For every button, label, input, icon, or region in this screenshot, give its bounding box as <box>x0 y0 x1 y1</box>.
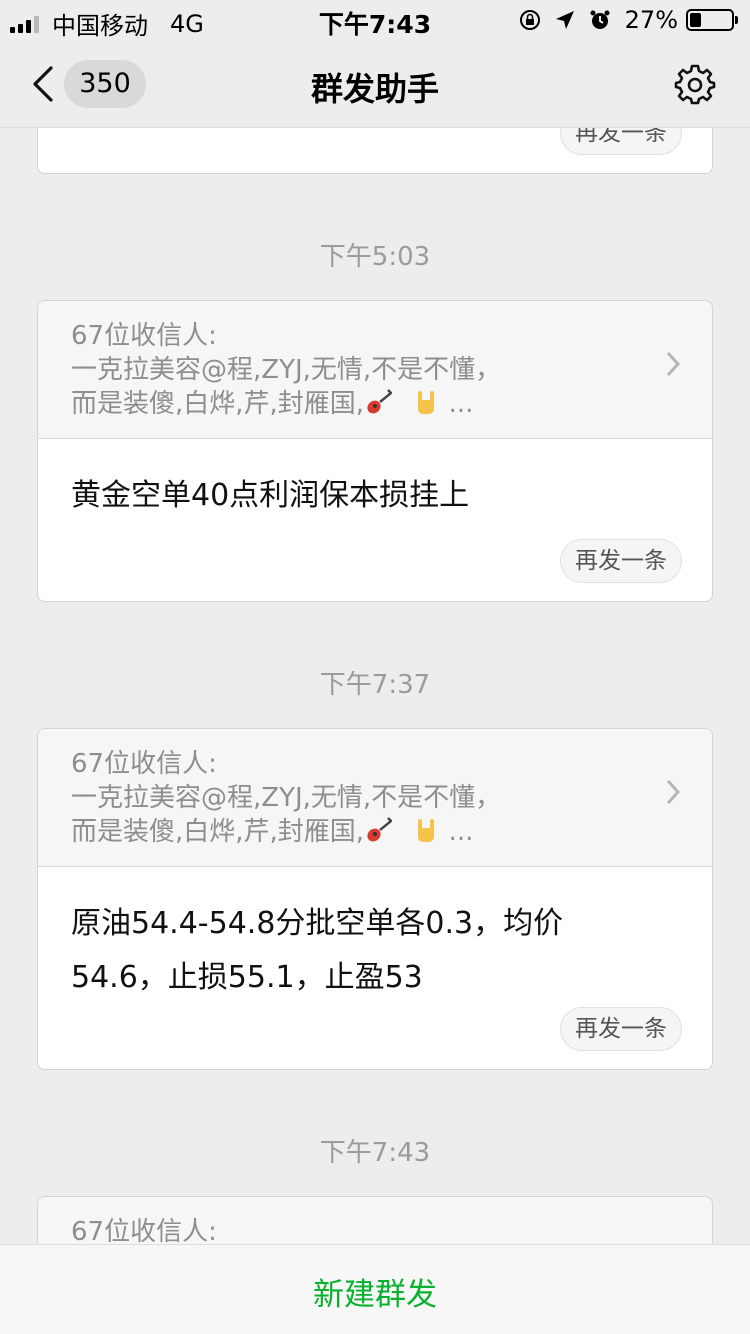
page-title: 群发助手 <box>310 70 439 108</box>
resend-button[interactable]: 再发一条 <box>560 539 682 583</box>
timestamp: 下午5:03 <box>319 242 431 272</box>
rotation-lock-icon <box>519 10 540 30</box>
new-broadcast-bar[interactable]: 新建群发 <box>0 1244 750 1334</box>
alarm-icon <box>590 10 610 29</box>
message-text: 黄金空单40点利润保本损挂上 <box>71 478 470 513</box>
rock-hand-icon <box>418 819 435 842</box>
timestamp: 下午7:43 <box>319 1138 431 1168</box>
recipients-count: 67位收信人: <box>71 321 217 351</box>
rock-hand-icon <box>418 391 435 414</box>
recipients-names: 一克拉美容@程,ZYJ,无情,不是不懂， <box>71 783 502 813</box>
recipients-header[interactable]: 67位收信人: 一克拉美容@程,ZYJ,无情,不是不懂， 而是装傻,白烨,芹,封… <box>38 729 712 867</box>
new-broadcast-button[interactable]: 新建群发 <box>313 1269 437 1314</box>
chevron-right-icon <box>666 779 680 805</box>
message-list: 再发一条 下午5:03 67位收信人: 一克拉美容@程,ZYJ,无情,不是不懂，… <box>0 0 750 1334</box>
battery-icon <box>686 9 738 31</box>
status-bar: 中国移动 4G 下午7:43 27% <box>0 0 750 40</box>
recipients-names: 而是装傻,白烨,芹,封雁国, ... <box>71 389 474 419</box>
message-text: 54.6，止损55.1，止盈53 <box>71 960 423 995</box>
message-text: 原油54.4-54.8分批空单各0.3，均价 <box>71 906 564 941</box>
location-icon <box>555 11 574 29</box>
navigation-bar: 350 群发助手 <box>0 40 750 128</box>
recipients-count: 67位收信人: <box>71 749 217 779</box>
message-body: 黄金空单40点利润保本损挂上 再发一条 <box>38 439 712 601</box>
timestamp: 下午7:37 <box>319 670 431 700</box>
recipients-names: 而是装傻,白烨,芹,封雁国, ... <box>71 817 474 847</box>
broadcast-card[interactable]: 67位收信人: 一克拉美容@程,ZYJ,无情,不是不懂， 而是装傻,白烨,芹,封… <box>37 728 713 1070</box>
guitar-icon <box>367 389 393 414</box>
battery-percent: 27% <box>624 6 678 34</box>
recipients-names: 一克拉美容@程,ZYJ,无情,不是不懂， <box>71 355 502 385</box>
guitar-icon <box>367 817 393 842</box>
resend-button[interactable]: 再发一条 <box>560 1007 682 1051</box>
chevron-right-icon <box>666 351 680 377</box>
gear-icon[interactable] <box>674 64 716 106</box>
recipients-header[interactable]: 67位收信人: 一克拉美容@程,ZYJ,无情,不是不懂， 而是装傻,白烨,芹,封… <box>38 301 712 439</box>
broadcast-card[interactable]: 67位收信人: 一克拉美容@程,ZYJ,无情,不是不懂， 而是装傻,白烨,芹,封… <box>37 300 713 602</box>
message-body: 原油54.4-54.8分批空单各0.3，均价 54.6，止损55.1，止盈53 … <box>38 867 712 1069</box>
